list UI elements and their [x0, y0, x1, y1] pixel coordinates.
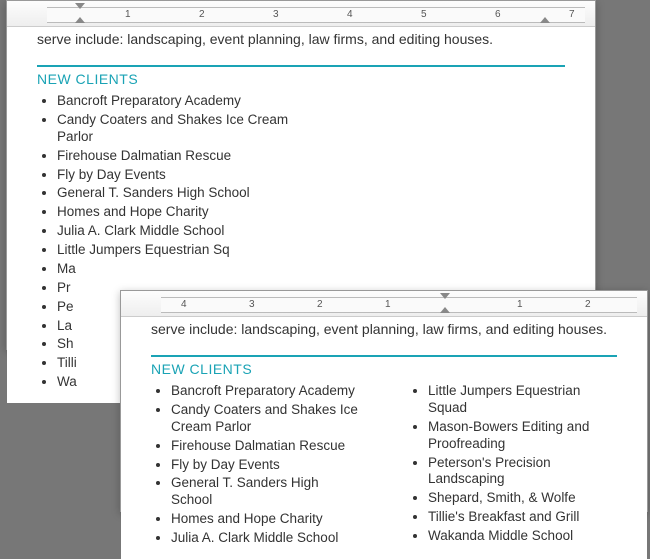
ruler-num: 3: [249, 299, 255, 310]
list-item: General T. Sanders High School: [57, 185, 307, 202]
section-divider: [37, 65, 565, 67]
first-line-indent-icon[interactable]: [440, 293, 450, 299]
list-item: Firehouse Dalmatian Rescue: [171, 438, 360, 455]
clients-column-1: Bancroft Preparatory Academy Candy Coate…: [171, 383, 360, 549]
list-item: Bancroft Preparatory Academy: [57, 93, 307, 110]
list-item: Shepard, Smith, & Wolfe: [428, 490, 617, 507]
indent-marker-icon[interactable]: [440, 307, 450, 313]
intro-paragraph: serve include: landscaping, event planni…: [151, 321, 617, 337]
ruler-back: 1 2 3 4 5 6 7: [7, 1, 595, 27]
section-heading: NEW CLIENTS: [37, 71, 565, 87]
ruler-num: 2: [317, 299, 323, 310]
right-indent-marker-icon[interactable]: [540, 17, 550, 23]
list-item: Julia A. Clark Middle School: [171, 530, 360, 547]
ruler-num: 7: [569, 9, 575, 20]
indent-marker-icon[interactable]: [75, 17, 85, 23]
ruler-num: 5: [421, 9, 427, 20]
ruler-num: 3: [273, 9, 279, 20]
page-content-two-col: serve include: landscaping, event planni…: [121, 321, 647, 559]
list-item: Firehouse Dalmatian Rescue: [57, 148, 307, 165]
first-line-indent-icon[interactable]: [75, 3, 85, 9]
list-item: Wakanda Middle School: [428, 528, 617, 545]
list-item: Fly by Day Events: [171, 457, 360, 474]
ruler-front: 4 3 2 1 1 2: [121, 291, 647, 317]
ruler-num: 2: [585, 299, 591, 310]
list-item: Mason-Bowers Editing and Proofreading: [428, 419, 617, 453]
list-item: Candy Coaters and Shakes Ice Cream Parlo…: [57, 112, 307, 146]
intro-paragraph: serve include: landscaping, event planni…: [37, 31, 565, 47]
ruler-num: 6: [495, 9, 501, 20]
list-item: Peterson's Precision Landscaping: [428, 455, 617, 489]
ruler-num: 1: [385, 299, 391, 310]
list-item: Little Jumpers Equestrian Sq: [57, 242, 307, 259]
ruler-num: 4: [347, 9, 353, 20]
list-item: Candy Coaters and Shakes Ice Cream Parlo…: [171, 402, 360, 436]
list-item: Fly by Day Events: [57, 167, 307, 184]
list-item: Little Jumpers Equestrian Squad: [428, 383, 617, 417]
list-item: Homes and Hope Charity: [57, 204, 307, 221]
ruler-num: 1: [125, 9, 131, 20]
ruler-num: 2: [199, 9, 205, 20]
ruler-num: 1: [517, 299, 523, 310]
list-item: Ma: [57, 261, 307, 278]
section-heading: NEW CLIENTS: [151, 361, 617, 377]
section-divider: [151, 355, 617, 357]
list-item: Homes and Hope Charity: [171, 511, 360, 528]
list-item: Julia A. Clark Middle School: [57, 223, 307, 240]
clients-column-2: Little Jumpers Equestrian Squad Mason-Bo…: [428, 383, 617, 549]
ruler-num: 4: [181, 299, 187, 310]
list-item: General T. Sanders High School: [171, 475, 360, 509]
list-item: Bancroft Preparatory Academy: [171, 383, 360, 400]
document-window-two-column: 4 3 2 1 1 2 serve include: landscaping, …: [120, 290, 648, 512]
